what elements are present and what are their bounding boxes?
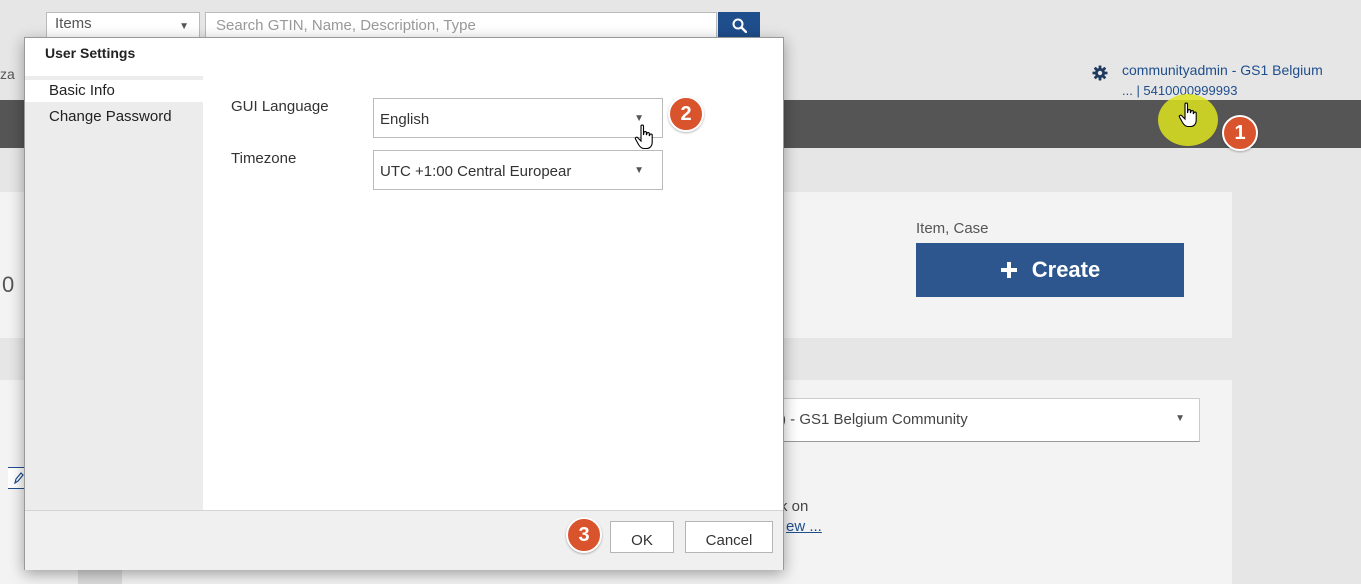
- community-select-value: ) - GS1 Belgium Community: [781, 411, 968, 428]
- organization-fragment: za: [0, 66, 15, 82]
- step-badge-3: 3: [566, 517, 602, 553]
- chevron-down-icon: ▼: [634, 113, 644, 124]
- plus-icon: [1000, 262, 1017, 278]
- dialog-title: User Settings: [45, 45, 136, 61]
- edit-icon: [14, 472, 24, 484]
- chevron-down-icon: ▼: [1175, 413, 1185, 424]
- search-placeholder: Search GTIN, Name, Description, Type: [216, 17, 476, 34]
- timezone-value: UTC +1:00 Central Europear: [380, 163, 572, 180]
- dialog-footer: OK Cancel: [25, 510, 783, 570]
- sidebar-item-label: Basic Info: [49, 82, 115, 99]
- search-scope-value: Items: [55, 15, 92, 32]
- ok-button[interactable]: OK: [610, 521, 674, 553]
- search-button[interactable]: [718, 12, 760, 40]
- hand-cursor-icon: [634, 124, 653, 150]
- gui-language-value: English: [380, 111, 430, 128]
- chevron-down-icon: ▼: [634, 165, 644, 176]
- cancel-button[interactable]: Cancel: [685, 521, 773, 553]
- summary-value-fragment: 0: [2, 272, 15, 297]
- search-input[interactable]: Search GTIN, Name, Description, Type: [205, 12, 717, 40]
- help-text-fragment: k on: [780, 498, 809, 515]
- step-badge-1: 1: [1222, 115, 1258, 151]
- sidebar-item-basic-info[interactable]: Basic Info: [25, 80, 203, 102]
- community-select[interactable]: ) - GS1 Belgium Community ▼: [760, 398, 1200, 442]
- sidebar-item-label: Change Password: [49, 108, 172, 125]
- search-scope-select[interactable]: Items ▼: [46, 12, 200, 40]
- timezone-select[interactable]: UTC +1:00 Central Europear ▼: [373, 150, 663, 190]
- timezone-label: Timezone: [231, 150, 297, 167]
- hand-cursor-icon: [1178, 102, 1197, 128]
- create-button[interactable]: Create: [916, 243, 1184, 297]
- search-icon: [732, 18, 747, 33]
- chevron-down-icon: ▼: [179, 21, 189, 32]
- create-button-label: Create: [1031, 257, 1101, 282]
- sidebar-item-change-password[interactable]: Change Password: [25, 106, 203, 128]
- view-more-link[interactable]: ew ...: [786, 518, 822, 535]
- gui-language-label: GUI Language: [231, 98, 329, 115]
- dialog-sidebar: Basic Info Change Password: [25, 76, 203, 510]
- item-case-label: Item, Case: [916, 220, 989, 237]
- step-badge-2: 2: [668, 96, 704, 132]
- gear-icon: [1092, 65, 1108, 81]
- user-name-link[interactable]: communityadmin - GS1 Belgium: [1122, 62, 1323, 78]
- gui-language-select[interactable]: English ▼: [373, 98, 663, 138]
